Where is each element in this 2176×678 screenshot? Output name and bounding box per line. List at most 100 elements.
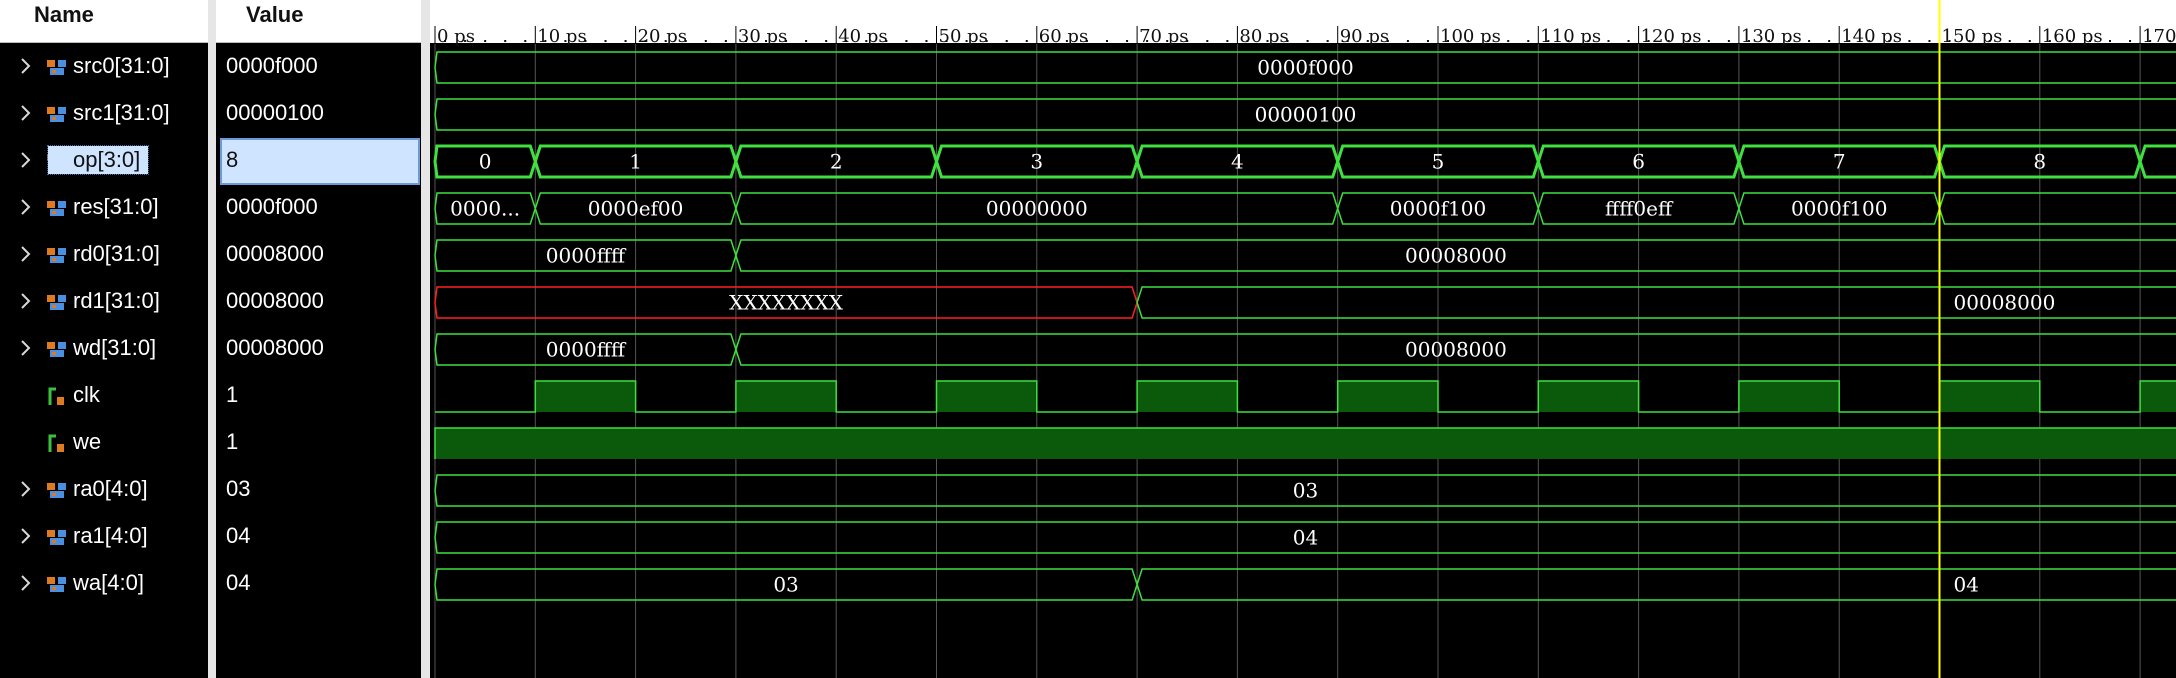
clock-high-fill: [1538, 381, 1639, 412]
signal-row-we[interactable]: we: [0, 420, 208, 467]
signal-value-row-op[interactable]: 8: [220, 138, 420, 185]
bus-icon: [46, 291, 70, 313]
signal-name-rd1[interactable]: rd1[31:0]: [73, 288, 160, 314]
signal-value-row-src0[interactable]: 0000f000: [216, 44, 421, 91]
ruler-minor-dot: [805, 40, 808, 42]
signal-value-ra0: 03: [226, 476, 251, 501]
ruler-minor-dot: [825, 40, 828, 42]
signal-name-ra0[interactable]: ra0[4:0]: [73, 476, 148, 502]
ruler-minor-dot: [905, 40, 908, 42]
waveform-canvas[interactable]: 0 ps 10 ps 20 ps 30 ps 40 ps 50 ps 60 ps 70 ps 8…: [430, 0, 2176, 678]
signal-row-ra0[interactable]: ra0[4:0]: [0, 467, 208, 514]
bus-icon: [46, 197, 70, 219]
value-wave-splitter[interactable]: [421, 0, 430, 678]
signal-row-src0[interactable]: src0[31:0]: [0, 44, 208, 91]
waveform-panel[interactable]: 0 ps 10 ps 20 ps 30 ps 40 ps 50 ps 60 ps 70 ps 8…: [430, 0, 2176, 678]
bus-value-label: 3: [1030, 150, 1043, 174]
signal-row-rd1[interactable]: rd1[31:0]: [0, 279, 208, 326]
bus-value-label: 0000f100: [1390, 197, 1486, 221]
signal-name-op[interactable]: op[3:0]: [46, 145, 150, 175]
signal-row-src1[interactable]: src1[31:0]: [0, 91, 208, 138]
ruler-minor-dot: [965, 40, 968, 42]
ruler-tick-label: 0 ps: [437, 26, 475, 47]
signal-name-rd0[interactable]: rd0[31:0]: [73, 241, 160, 267]
signal-value-op: 8: [226, 147, 239, 172]
signal-name-src0[interactable]: src0[31:0]: [73, 53, 170, 79]
ruler-minor-dot: [1487, 40, 1490, 42]
ruler-minor-dot: [1286, 40, 1289, 42]
bus-value-label: 2: [830, 150, 843, 174]
ruler-minor-dot: [1968, 40, 1971, 42]
ruler-minor-dot: [1266, 40, 1269, 42]
name-panel: Name src0[31:0] src1[31:0] op[3:0] res[31:0…: [0, 0, 208, 678]
bus-value-label: 7: [1833, 150, 1846, 174]
signal-name-ra1[interactable]: ra1[4:0]: [73, 523, 148, 549]
signal-value-wa: 04: [226, 570, 251, 595]
bus-value-label: 0000ffff: [546, 338, 627, 362]
bus-value-label: 0000ef00: [588, 197, 684, 221]
expand-chevron-icon[interactable]: [20, 197, 32, 217]
signal-row-ra1[interactable]: ra1[4:0]: [0, 514, 208, 561]
signal-name-wa[interactable]: wa[4:0]: [73, 570, 144, 596]
expand-chevron-icon[interactable]: [20, 526, 32, 546]
ruler-minor-dot: [1828, 40, 1831, 42]
signal-value-rd1: 00008000: [226, 288, 324, 313]
name-column-header[interactable]: Name: [0, 0, 208, 43]
expand-chevron-icon[interactable]: [20, 479, 32, 499]
signal-row-op[interactable]: op[3:0]: [0, 138, 208, 185]
ruler-minor-dot: [2088, 40, 2091, 42]
expand-chevron-icon[interactable]: [20, 244, 32, 264]
signal-row-wa[interactable]: wa[4:0]: [0, 561, 208, 608]
clock-high-fill: [1337, 381, 1438, 412]
ruler-minor-dot: [724, 40, 727, 42]
timeline-ruler[interactable]: [430, 0, 2176, 43]
signal-value-row-src1[interactable]: 00000100: [216, 91, 421, 138]
signal-value-row-ra0[interactable]: 03: [216, 467, 421, 514]
bit-icon: [46, 432, 70, 454]
ruler-minor-dot: [1146, 40, 1149, 42]
signal-value-row-we[interactable]: 1: [216, 420, 421, 467]
bus-value-label: 00008000: [1954, 291, 2056, 315]
signal-name-res[interactable]: res[31:0]: [73, 194, 159, 220]
signal-value-row-wa[interactable]: 04: [216, 561, 421, 608]
ruler-minor-dot: [1808, 40, 1811, 42]
signal-name-src1[interactable]: src1[31:0]: [73, 100, 170, 126]
ruler-minor-dot: [1507, 40, 1510, 42]
signal-value-row-wd[interactable]: 00008000: [216, 326, 421, 373]
expand-chevron-icon[interactable]: [20, 291, 32, 311]
ruler-minor-dot: [865, 40, 868, 42]
expand-chevron-icon[interactable]: [20, 103, 32, 123]
ruler-minor-dot: [1868, 40, 1871, 42]
signal-row-res[interactable]: res[31:0]: [0, 185, 208, 232]
we-high-fill: [435, 428, 2176, 459]
signal-value-row-rd1[interactable]: 00008000: [216, 279, 421, 326]
ruler-tick-label: 160 ps: [2042, 26, 2103, 47]
expand-chevron-icon[interactable]: [20, 150, 32, 170]
bus-value-label: 00008000: [1405, 338, 1507, 362]
ruler-minor-dot: [544, 40, 547, 42]
bus-segment: [1136, 568, 2176, 601]
signal-row-clk[interactable]: clk: [0, 373, 208, 420]
value-column-header[interactable]: Value: [216, 0, 421, 43]
ruler-minor-dot: [464, 40, 467, 42]
expand-chevron-icon[interactable]: [20, 573, 32, 593]
ruler-tick-label: 60 ps: [1039, 26, 1088, 47]
clock-high-fill: [1939, 381, 2040, 412]
signal-row-rd0[interactable]: rd0[31:0]: [0, 232, 208, 279]
ruler-minor-dot: [885, 40, 888, 42]
expand-chevron-icon[interactable]: [20, 56, 32, 76]
ruler-minor-dot: [1547, 40, 1550, 42]
signal-name-wd[interactable]: wd[31:0]: [73, 335, 156, 361]
signal-name-we[interactable]: we: [73, 429, 101, 455]
signal-value-row-rd0[interactable]: 00008000: [216, 232, 421, 279]
signal-value-row-clk[interactable]: 1: [216, 373, 421, 420]
ruler-minor-dot: [1166, 40, 1169, 42]
signal-name-clk[interactable]: clk: [73, 382, 100, 408]
expand-chevron-icon[interactable]: [20, 338, 32, 358]
name-value-splitter[interactable]: [208, 0, 216, 678]
signal-value-row-res[interactable]: 0000f000: [216, 185, 421, 232]
signal-value-row-ra1[interactable]: 04: [216, 514, 421, 561]
bus-value-label: 00000000: [986, 197, 1088, 221]
ruler-minor-dot: [2149, 40, 2152, 42]
signal-row-wd[interactable]: wd[31:0]: [0, 326, 208, 373]
